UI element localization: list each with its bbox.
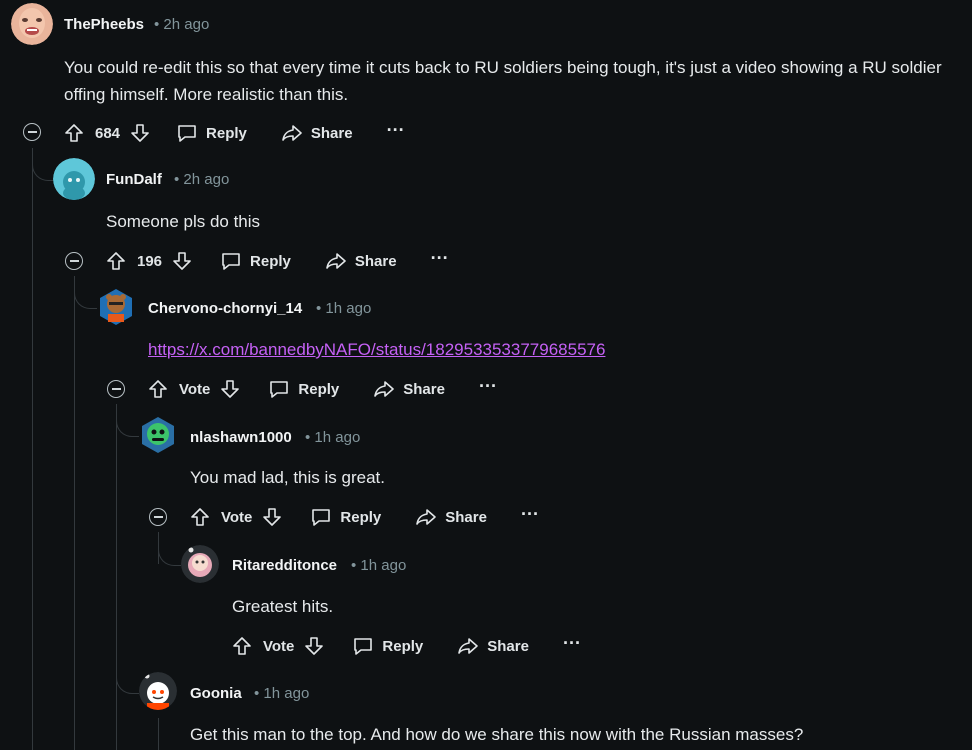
vote-label: Vote xyxy=(221,508,253,526)
reply-button[interactable]: Reply xyxy=(268,379,339,399)
upvote-icon[interactable] xyxy=(106,251,126,271)
reply-label: Reply xyxy=(382,637,424,655)
comment-body: You could re-edit this so that every tim… xyxy=(64,58,942,104)
reply-button[interactable]: Reply xyxy=(352,636,423,656)
comment-author[interactable]: Goonia xyxy=(190,685,242,702)
comment-age: • 1h ago xyxy=(351,557,407,574)
avatar[interactable] xyxy=(53,158,95,200)
share-arrow-icon xyxy=(458,638,479,654)
reply-label: Reply xyxy=(340,508,382,526)
comment-age: • 2h ago xyxy=(154,16,210,33)
comment-link[interactable]: https://x.com/bannedbyNAFO/status/182953… xyxy=(148,336,605,363)
comment-age: • 1h ago xyxy=(254,685,310,702)
comment-actions: Vote Reply Share ··· xyxy=(190,502,539,532)
reply-bubble-icon xyxy=(354,638,373,655)
comment-age: • 1h ago xyxy=(316,300,372,317)
avatar[interactable] xyxy=(11,3,53,45)
reply-label: Reply xyxy=(206,124,247,142)
share-button[interactable]: Share xyxy=(373,379,445,399)
reply-label: Reply xyxy=(298,380,340,398)
upvote-icon[interactable] xyxy=(190,507,210,527)
collapse-minus-icon[interactable] xyxy=(65,252,83,270)
reply-bubble-icon xyxy=(312,509,331,526)
comment-age: • 2h ago xyxy=(174,171,230,188)
share-label: Share xyxy=(487,637,529,655)
avatar[interactable] xyxy=(139,672,177,710)
comment-body: You mad lad, this is great. xyxy=(190,468,385,487)
collapse-minus-icon[interactable] xyxy=(149,508,167,526)
collapse-minus-icon[interactable] xyxy=(107,380,125,398)
comment-body: Someone pls do this xyxy=(106,212,261,231)
comment-author[interactable]: Chervono-chornyi_14 xyxy=(148,300,302,317)
comment-author[interactable]: ThePheebs xyxy=(64,16,144,33)
reply-bubble-icon xyxy=(222,253,240,270)
share-label: Share xyxy=(403,380,445,398)
more-options-button[interactable]: ··· xyxy=(479,377,497,397)
comment-actions: 196 Reply Share ··· xyxy=(106,246,449,276)
upvote-icon[interactable] xyxy=(64,123,84,143)
avatar[interactable] xyxy=(139,416,177,454)
comment-body: Greatest hits. xyxy=(232,597,334,616)
downvote-icon[interactable] xyxy=(220,379,240,399)
downvote-icon[interactable] xyxy=(172,251,192,271)
comment-actions: Vote Reply Share ··· xyxy=(232,631,581,661)
thread-branch xyxy=(32,148,55,181)
more-options-button[interactable]: ··· xyxy=(563,634,581,654)
share-button[interactable]: Share xyxy=(325,251,397,271)
thread-line xyxy=(74,276,75,750)
reply-button[interactable]: Reply xyxy=(310,507,381,527)
vote-score: 196 xyxy=(137,252,163,270)
thread-branch xyxy=(74,276,97,309)
comment-actions: 684 Reply Share ··· xyxy=(64,118,405,148)
more-options-button[interactable]: ··· xyxy=(387,121,405,141)
thread-branch xyxy=(158,532,181,566)
vote-label: Vote xyxy=(263,637,295,655)
comment-actions: Vote Reply Share ··· xyxy=(148,374,497,404)
vote-score: 684 xyxy=(95,124,121,142)
comment-body: Get this man to the top. And how do we s… xyxy=(190,725,804,744)
downvote-icon[interactable] xyxy=(304,636,324,656)
upvote-icon[interactable] xyxy=(232,636,252,656)
avatar[interactable] xyxy=(97,288,135,326)
share-arrow-icon xyxy=(326,253,346,269)
share-arrow-icon xyxy=(416,509,437,525)
share-button[interactable]: Share xyxy=(281,123,353,143)
share-label: Share xyxy=(310,124,353,142)
thread-line xyxy=(158,718,159,750)
reply-bubble-icon xyxy=(270,381,289,398)
thread-line xyxy=(32,148,33,750)
comment-author[interactable]: Ritaredditonce xyxy=(232,557,337,574)
more-options-button[interactable]: ··· xyxy=(521,505,539,525)
share-label: Share xyxy=(354,252,397,270)
upvote-icon[interactable] xyxy=(148,379,168,399)
comment-author[interactable]: FunDalf xyxy=(106,171,162,188)
share-button[interactable]: Share xyxy=(457,636,529,656)
share-label: Share xyxy=(445,508,487,526)
reply-bubble-icon xyxy=(178,125,196,142)
reply-label: Reply xyxy=(250,252,291,270)
downvote-icon[interactable] xyxy=(262,507,282,527)
comment-author[interactable]: nlashawn1000 xyxy=(190,429,292,446)
vote-label: Vote xyxy=(179,380,211,398)
thread-branch xyxy=(116,404,139,694)
more-options-button[interactable]: ··· xyxy=(431,249,449,269)
share-button[interactable]: Share xyxy=(415,507,487,527)
reply-button[interactable]: Reply xyxy=(176,123,247,143)
avatar[interactable] xyxy=(181,545,219,583)
comment-age: • 1h ago xyxy=(305,429,361,446)
collapse-minus-icon[interactable] xyxy=(23,123,41,141)
share-arrow-icon xyxy=(282,125,302,141)
downvote-icon[interactable] xyxy=(130,123,150,143)
share-arrow-icon xyxy=(374,381,395,397)
reply-button[interactable]: Reply xyxy=(220,251,291,271)
